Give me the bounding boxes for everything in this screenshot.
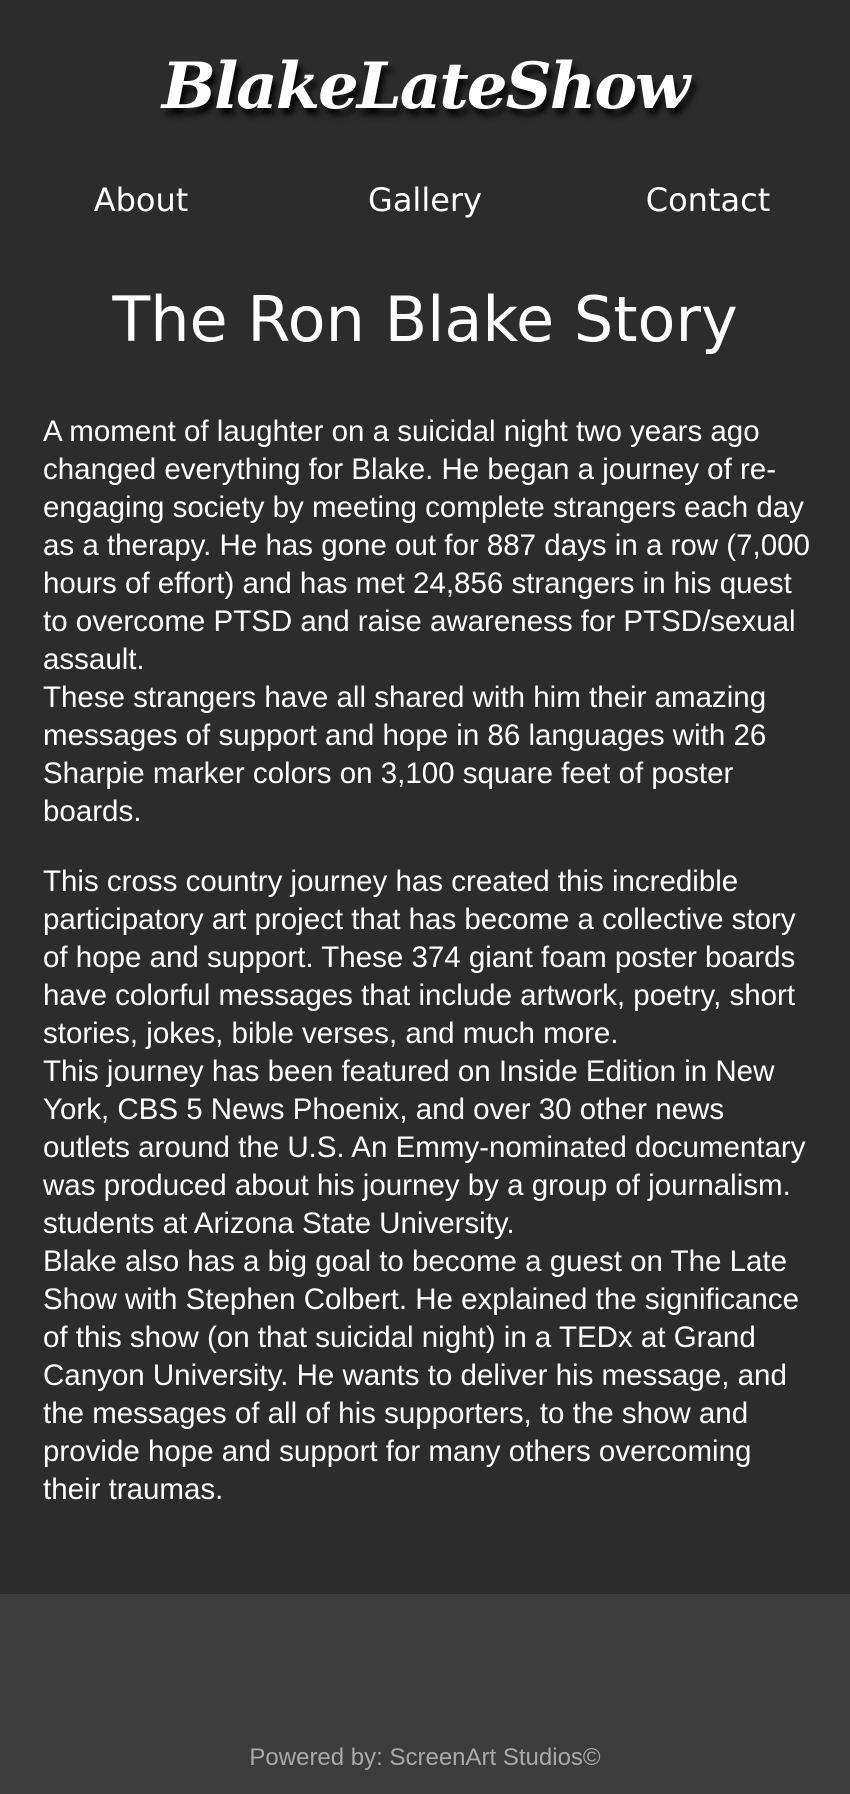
story-paragraph: These strangers have all shared with him… (43, 681, 767, 828)
nav-link-contact[interactable]: Contact (598, 178, 818, 222)
site-logo[interactable]: BlakeLateShow (0, 51, 850, 122)
story-paragraph: This journey has been featured on Inside… (43, 1055, 806, 1240)
story-paragraph: A moment of laughter on a suicidal night… (43, 415, 810, 676)
site-footer: Powered by: ScreenArt Studios© (0, 1594, 850, 1794)
story-content: A moment of laughter on a suicidal night… (43, 413, 815, 1509)
nav-link-about[interactable]: About (31, 178, 251, 222)
site-header: BlakeLateShow About Gallery Contact (0, 0, 850, 250)
nav-link-gallery[interactable]: Gallery (315, 178, 535, 222)
page-title: The Ron Blake Story (112, 283, 738, 356)
story-paragraph: Blake also has a big goal to become a gu… (43, 1245, 799, 1506)
story-paragraph: This cross country journey has created t… (43, 865, 796, 1050)
main-nav: About Gallery Contact (0, 178, 850, 222)
footer-credit: Powered by: ScreenArt Studios© (249, 1744, 601, 1771)
